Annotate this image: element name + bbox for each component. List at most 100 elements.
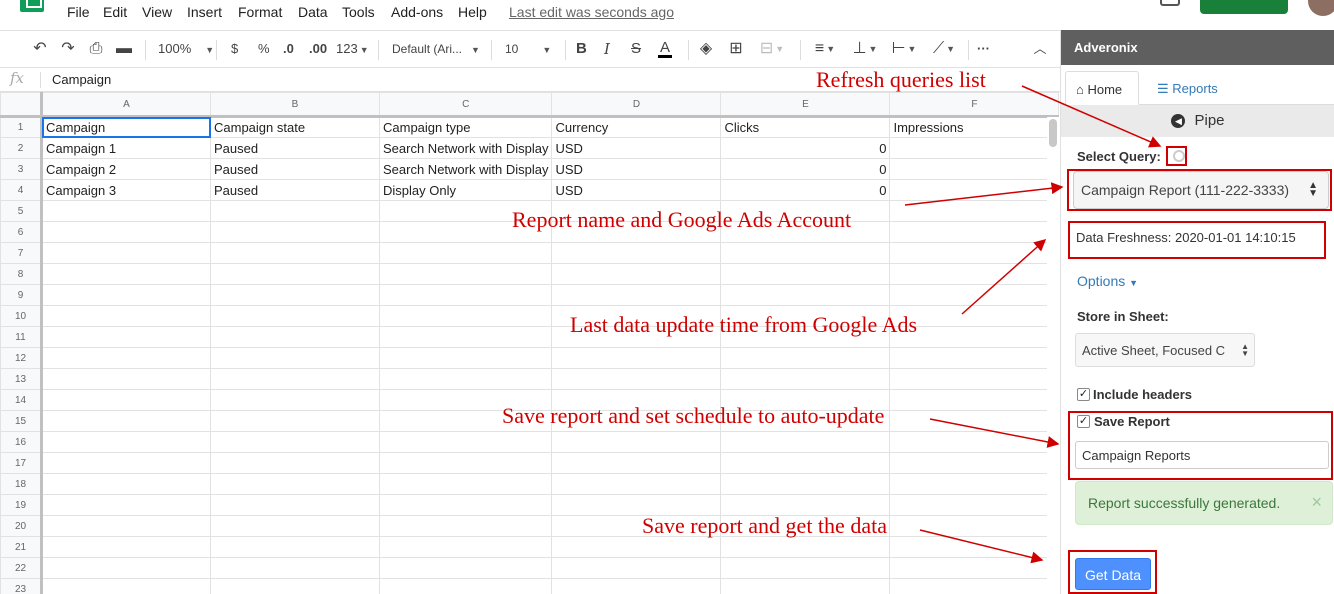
row-header[interactable]: 6 <box>0 221 43 243</box>
cell[interactable]: Search Network with Display <box>378 137 553 159</box>
cell[interactable] <box>41 326 211 348</box>
row-header[interactable]: 2 <box>0 137 43 159</box>
formula-input[interactable]: Campaign <box>52 72 111 87</box>
cell[interactable] <box>551 452 722 474</box>
cell[interactable] <box>41 242 211 264</box>
cell[interactable]: Campaign <box>41 116 211 138</box>
print-icon[interactable]: ⎙ <box>86 40 106 58</box>
cell[interactable] <box>720 431 891 453</box>
italic-button[interactable]: I <box>604 40 610 58</box>
cell[interactable] <box>210 242 380 264</box>
cell[interactable]: Paused <box>210 179 380 201</box>
include-headers-checkbox[interactable]: ✓ <box>1077 388 1090 401</box>
cell[interactable] <box>551 242 722 264</box>
cell[interactable] <box>551 494 722 516</box>
cell[interactable] <box>720 221 891 243</box>
cell[interactable]: 0 <box>889 158 1060 180</box>
cell[interactable] <box>378 557 553 579</box>
cell[interactable] <box>551 221 722 243</box>
row-header[interactable]: 1 <box>0 116 43 138</box>
row-header[interactable]: 12 <box>0 347 43 369</box>
borders-icon[interactable]: ⊞ <box>727 40 745 58</box>
cell[interactable] <box>551 263 722 285</box>
cell[interactable] <box>41 536 211 558</box>
options-toggle[interactable]: Options ▼ <box>1077 273 1138 289</box>
cell[interactable] <box>41 200 211 222</box>
column-header[interactable]: A <box>41 92 211 118</box>
cell[interactable] <box>41 494 211 516</box>
cell[interactable] <box>378 389 553 411</box>
increase-decimals-button[interactable]: .00 <box>309 40 327 58</box>
row-header[interactable]: 22 <box>0 557 43 579</box>
cell[interactable] <box>889 368 1060 390</box>
column-header[interactable]: F <box>889 92 1060 118</box>
refresh-icon[interactable] <box>1173 150 1185 162</box>
cell[interactable] <box>378 410 553 432</box>
cell[interactable] <box>551 347 722 369</box>
strikethrough-button[interactable]: S <box>631 40 641 58</box>
cell[interactable] <box>210 305 380 327</box>
row-header[interactable]: 7 <box>0 242 43 264</box>
decrease-decimals-button[interactable]: .0 <box>283 40 294 58</box>
cell[interactable] <box>889 389 1060 411</box>
cell[interactable] <box>41 221 211 243</box>
cell[interactable]: Paused <box>210 158 380 180</box>
row-header[interactable]: 4 <box>0 179 43 201</box>
cell[interactable] <box>41 368 211 390</box>
cell[interactable] <box>720 389 891 411</box>
cell[interactable] <box>720 263 891 285</box>
cell[interactable] <box>889 410 1060 432</box>
font-select[interactable]: Default (Ari... ▼ <box>392 40 480 59</box>
percent-button[interactable]: % <box>258 40 270 58</box>
cell[interactable] <box>41 389 211 411</box>
save-report-checkbox[interactable]: ✓ <box>1077 415 1090 428</box>
cell[interactable] <box>378 473 553 495</box>
cell[interactable] <box>41 431 211 453</box>
scrollbar-thumb[interactable] <box>1049 119 1057 147</box>
menu-addons[interactable]: Add-ons <box>391 4 443 20</box>
cell[interactable] <box>378 515 553 537</box>
close-icon[interactable]: × <box>1311 492 1322 513</box>
cell[interactable] <box>889 221 1060 243</box>
select-query-dropdown[interactable]: Campaign Report (111-222-3333) ▲ ▼ <box>1073 171 1329 209</box>
cell[interactable] <box>551 326 722 348</box>
row-header[interactable]: 15 <box>0 410 43 432</box>
cell[interactable] <box>889 284 1060 306</box>
menu-help[interactable]: Help <box>458 4 487 20</box>
select-all-corner[interactable] <box>0 92 43 118</box>
cell[interactable] <box>551 431 722 453</box>
paint-format-icon[interactable]: ▬ <box>114 40 134 58</box>
cell[interactable] <box>210 452 380 474</box>
cell[interactable] <box>720 578 891 594</box>
cell[interactable] <box>889 557 1060 579</box>
cell[interactable] <box>41 305 211 327</box>
cell[interactable] <box>551 473 722 495</box>
cell[interactable] <box>41 284 211 306</box>
cell[interactable] <box>378 578 553 594</box>
cell[interactable]: 0 <box>720 158 891 180</box>
row-header[interactable]: 21 <box>0 536 43 558</box>
more-formats-select[interactable]: 123 ▼ <box>336 40 369 59</box>
cell[interactable] <box>378 347 553 369</box>
sheets-logo-icon[interactable] <box>20 0 44 12</box>
menu-edit[interactable]: Edit <box>103 4 127 20</box>
cell[interactable] <box>378 494 553 516</box>
tab-home[interactable]: ⌂ Home <box>1065 71 1139 105</box>
cell[interactable] <box>210 326 380 348</box>
cell[interactable] <box>551 368 722 390</box>
zoom-select[interactable]: 100% ▼ <box>158 40 214 59</box>
cell[interactable] <box>551 200 722 222</box>
cell[interactable]: USD <box>551 158 722 180</box>
cell[interactable] <box>889 326 1060 348</box>
cell[interactable] <box>889 431 1060 453</box>
cell[interactable] <box>210 263 380 285</box>
row-header[interactable]: 9 <box>0 284 43 306</box>
cell[interactable]: Campaign type <box>378 116 553 138</box>
cell[interactable]: Impressions <box>889 116 1060 138</box>
pipe-button[interactable]: ◀ Pipe <box>1061 105 1334 137</box>
vertical-scrollbar[interactable] <box>1047 117 1059 594</box>
cell[interactable] <box>210 200 380 222</box>
row-header[interactable]: 13 <box>0 368 43 390</box>
cell[interactable] <box>378 221 553 243</box>
menu-tools[interactable]: Tools <box>342 4 375 20</box>
